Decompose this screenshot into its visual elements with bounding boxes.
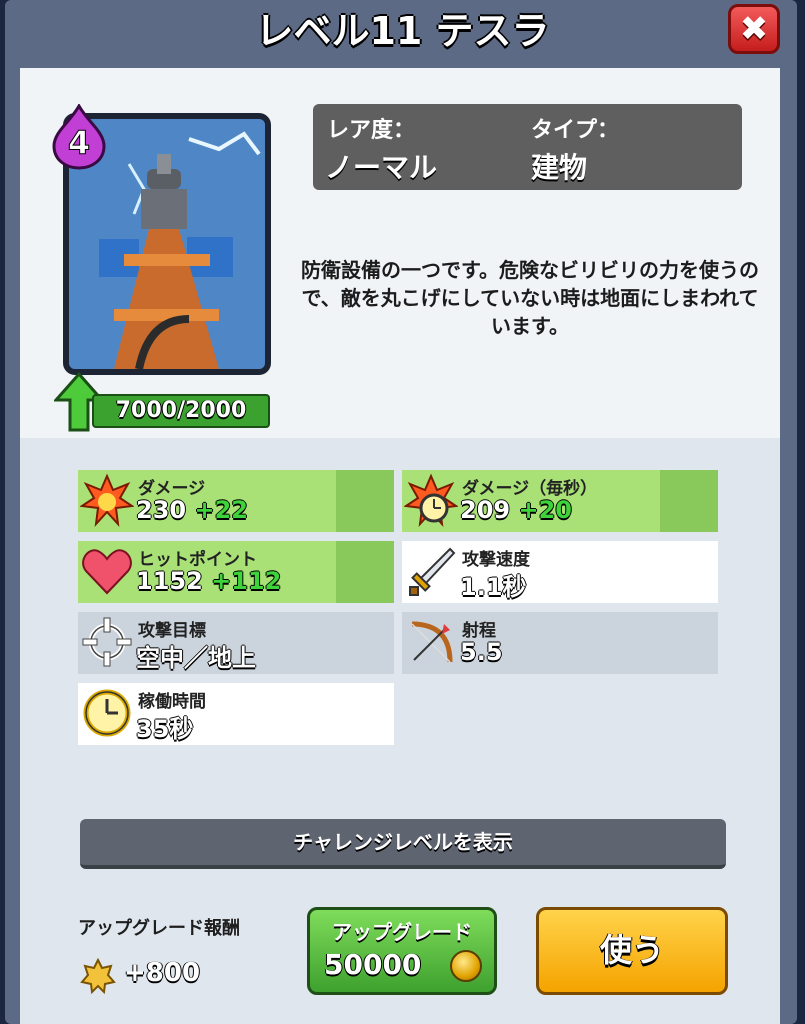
upgrade-reward-label: アップグレード報酬 [78, 918, 240, 939]
crosshair-icon [82, 617, 132, 667]
bow-icon [411, 621, 453, 663]
sword-icon [409, 547, 456, 596]
explosion-icon [80, 473, 134, 527]
close-button[interactable]: ✖ [728, 4, 780, 54]
rarity-label: レア度： [327, 118, 416, 143]
clock-icon [83, 689, 131, 737]
upgrade-button-label: アップグレード [332, 920, 472, 944]
upgrade-cost: 50000 [324, 948, 422, 981]
star-icon [80, 958, 116, 994]
upgrade-reward-value: +800 [124, 958, 201, 988]
type-value: 建物 [531, 151, 588, 184]
close-icon: ✖ [739, 9, 769, 49]
stat-range: 射程 5.5 [402, 612, 718, 674]
heart-icon [82, 549, 132, 595]
stat-lifetime: 稼働時間 35秒 [78, 683, 394, 745]
use-button[interactable]: 使う [536, 907, 728, 995]
stat-value: 5.5 [460, 638, 503, 666]
stat-value: 230 [136, 496, 187, 524]
stat-value: 空中／地上 [136, 644, 256, 672]
show-challenge-levels-button[interactable]: チャレンジレベルを表示 [80, 819, 726, 869]
stat-bonus: +20 [518, 496, 572, 524]
card-info-panel: 4 7000/2000 レア度： ノーマル タイプ： 建物 防衛設備の一つです。… [20, 68, 780, 1024]
stat-bonus: +22 [194, 496, 248, 524]
stat-value: 209 [460, 496, 511, 524]
gold-coin-icon [450, 950, 482, 982]
elixir-cost-badge: 4 [50, 102, 108, 170]
card-progress-bar: 7000/2000 [92, 394, 270, 428]
stat-bonus: +112 [211, 567, 282, 595]
stat-damage: ダメージ 230 +22 [78, 470, 394, 532]
stat-targets: 攻撃目標 空中／地上 [78, 612, 394, 674]
type-label: タイプ： [531, 118, 620, 143]
card-description: 防衛設備の一つです。危険なビリビリの力を使うので、敵を丸こげにしていない時は地面… [301, 258, 759, 338]
stat-value: 35秒 [136, 715, 194, 743]
elixir-cost: 4 [68, 124, 90, 162]
explosion-clock-icon [404, 473, 458, 527]
dialog-title: レベル11 テスラ [255, 9, 550, 53]
stat-hit-speed: 攻撃速度 1.1秒 [402, 541, 718, 603]
upgrade-button[interactable]: アップグレード 50000 [307, 907, 497, 995]
rarity-value: ノーマル [325, 151, 438, 184]
stat-value: 1.1秒 [460, 573, 527, 601]
stat-damage-per-second: ダメージ（毎秒） 209 +20 [402, 470, 718, 532]
stat-hitpoints: ヒットポイント 1152 +112 [78, 541, 394, 603]
stat-value: 1152 [136, 567, 203, 595]
card-info-box: レア度： ノーマル タイプ： 建物 [313, 104, 742, 190]
